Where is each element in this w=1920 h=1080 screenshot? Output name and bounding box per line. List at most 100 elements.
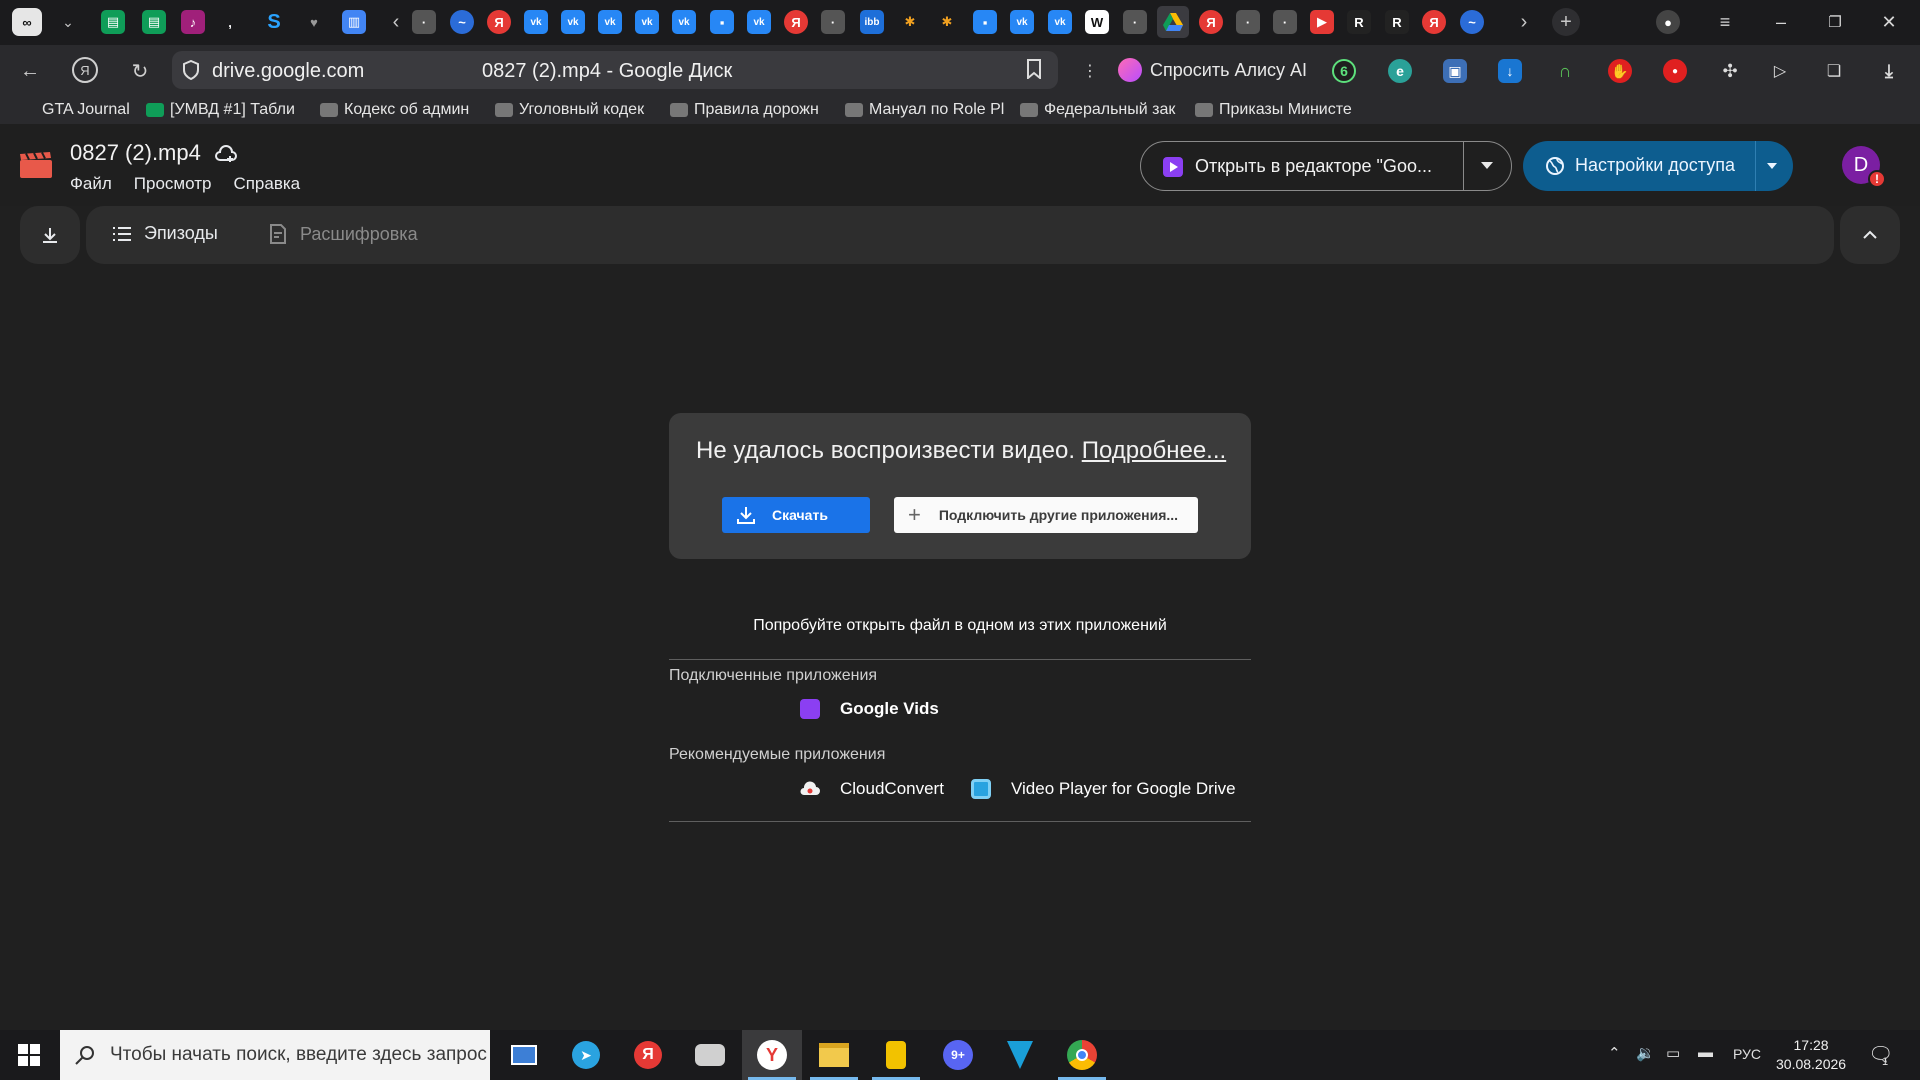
tab-icon[interactable]: , <box>218 10 242 34</box>
discord-icon[interactable]: 9+ <box>928 1030 988 1080</box>
task-view-icon[interactable] <box>494 1030 554 1080</box>
windows-start-icon[interactable] <box>18 1044 40 1066</box>
close-icon[interactable]: ✕ <box>1874 8 1904 36</box>
bookmark-item[interactable]: GTA Journal <box>42 100 137 120</box>
r-tab-icon[interactable]: R <box>1385 10 1409 34</box>
bookmark-item[interactable]: Кодекс об админ <box>320 100 480 120</box>
learn-more-link[interactable]: Подробнее... <box>1082 437 1226 464</box>
app-cloudconvert[interactable]: CloudConvert <box>800 779 944 799</box>
headphones-extension-icon[interactable]: ∩ <box>1553 59 1577 83</box>
site-tab-icon[interactable]: · <box>821 10 845 34</box>
collections-icon[interactable]: ❏ <box>1822 59 1846 83</box>
vk-tab-icon[interactable]: vk <box>1010 10 1034 34</box>
site-tab-icon[interactable]: · <box>412 10 436 34</box>
sheets-tab-icon[interactable]: ▤ <box>142 10 166 34</box>
bookmark-item[interactable]: Мануал по Role Pl <box>845 100 1005 120</box>
ibb-tab-icon[interactable]: ibb <box>860 10 884 34</box>
r-tab-icon[interactable]: R <box>1347 10 1371 34</box>
google-drive-tab-icon[interactable] <box>1157 6 1189 38</box>
bookmark-item[interactable]: [УМВД #1] Табли <box>146 100 306 120</box>
site-tab-icon[interactable]: ~ <box>1460 10 1484 34</box>
bookmark-item[interactable]: Федеральный зак <box>1020 100 1180 120</box>
yandex-tab-icon[interactable]: Я <box>784 10 808 34</box>
download-file-button[interactable]: Скачать <box>722 497 870 533</box>
youtube-tab-icon[interactable]: ▶ <box>1310 10 1334 34</box>
app-video-player[interactable]: Video Player for Google Drive <box>971 779 1236 799</box>
yandex-home-icon[interactable]: Я <box>72 57 98 83</box>
vk-tab-icon[interactable]: vk <box>1048 10 1072 34</box>
adblock-extension-icon[interactable]: ✋ <box>1608 59 1632 83</box>
vk-tab-icon[interactable]: vk <box>635 10 659 34</box>
image-extension-icon[interactable]: ▣ <box>1443 59 1467 83</box>
docs-tab-icon[interactable]: ▥ <box>342 10 366 34</box>
tab-groups-icon[interactable]: ∞ <box>12 8 42 36</box>
chevron-down-icon[interactable] <box>1481 162 1493 169</box>
bookmark-item[interactable]: Правила дорожн <box>670 100 830 120</box>
menu-help[interactable]: Справка <box>233 174 300 194</box>
site-tab-icon[interactable]: ~ <box>450 10 474 34</box>
volume-icon[interactable]: 🔉 <box>1636 1044 1655 1062</box>
lock-extension-icon[interactable]: 6 <box>1332 59 1356 83</box>
download-button[interactable] <box>20 206 80 264</box>
new-tab-icon[interactable]: + <box>1552 8 1580 36</box>
music-tab-icon[interactable]: ♪ <box>181 10 205 34</box>
bookmark-icon[interactable] <box>1026 59 1042 79</box>
sheets-tab-icon[interactable]: ▤ <box>101 10 125 34</box>
app-google-vids[interactable]: Google Vids <box>800 699 939 719</box>
vk-tab-icon[interactable]: vk <box>561 10 585 34</box>
app-icon[interactable] <box>866 1030 926 1080</box>
clock[interactable]: 17:28 30.08.2026 <box>1776 1036 1846 1074</box>
tabs-scroll-right-icon[interactable]: › <box>1510 8 1538 36</box>
reload-icon[interactable]: ↻ <box>126 57 154 85</box>
tabs-dropdown-icon[interactable]: ⌄ <box>54 8 82 36</box>
menu-view[interactable]: Просмотр <box>134 174 212 194</box>
tab-transcript[interactable]: Расшифровка <box>268 223 418 245</box>
yandex-app-icon[interactable]: Я <box>618 1030 678 1080</box>
chat-tab-icon[interactable]: ▪ <box>710 10 734 34</box>
tab-episodes[interactable]: Эпизоды <box>112 223 218 244</box>
back-icon[interactable]: ← <box>16 57 44 85</box>
game-launcher-icon[interactable] <box>680 1030 740 1080</box>
vk-tab-icon[interactable]: vk <box>747 10 771 34</box>
s-tab-icon[interactable]: S <box>262 10 286 34</box>
chat-tab-icon[interactable]: ▪ <box>973 10 997 34</box>
record-extension-icon[interactable]: ● <box>1663 59 1687 83</box>
downloads-icon[interactable]: ⤓ <box>1877 59 1901 83</box>
yandex-tab-icon[interactable]: Я <box>487 10 511 34</box>
bookmark-item[interactable]: Уголовный кодек <box>495 100 655 120</box>
battery-icon[interactable]: ▬ <box>1698 1044 1713 1061</box>
browser-menu-icon[interactable]: ≡ <box>1710 8 1740 36</box>
yandex-browser-icon[interactable]: Y <box>742 1030 802 1080</box>
ask-alice-button[interactable]: Спросить Алису AI <box>1118 55 1307 85</box>
tabs-scroll-left-icon[interactable]: ‹ <box>382 8 410 36</box>
menu-file[interactable]: Файл <box>70 174 112 194</box>
address-bar[interactable]: drive.google.com 0827 (2).mp4 - Google Д… <box>172 51 1058 89</box>
restore-icon[interactable]: ❐ <box>1820 8 1850 36</box>
download-extension-icon[interactable]: ↓ <box>1498 59 1522 83</box>
minimize-icon[interactable]: – <box>1766 8 1796 36</box>
extension-icon[interactable]: e <box>1388 59 1412 83</box>
vpn-icon[interactable] <box>990 1030 1050 1080</box>
language-indicator[interactable]: РУС <box>1733 1046 1761 1062</box>
site-tab-icon[interactable]: · <box>1273 10 1297 34</box>
vk-tab-icon[interactable]: vk <box>524 10 548 34</box>
bookmark-item[interactable]: Приказы Министе <box>1195 100 1357 120</box>
site-tab-icon[interactable]: ✱ <box>898 10 922 34</box>
telegram-icon[interactable]: ➤ <box>556 1030 616 1080</box>
yandex-tab-icon[interactable]: Я <box>1422 10 1446 34</box>
heart-tab-icon[interactable]: ♥ <box>302 10 326 34</box>
site-tab-icon[interactable]: ✱ <box>935 10 959 34</box>
connect-apps-button[interactable]: + Подключить другие приложения... <box>894 497 1198 533</box>
extensions-puzzle-icon[interactable]: ✣ <box>1718 59 1742 83</box>
network-icon[interactable]: ▭ <box>1666 1044 1680 1062</box>
media-icon[interactable]: ▷ <box>1768 59 1792 83</box>
tray-chevron-up-icon[interactable]: ⌃ <box>1608 1044 1621 1062</box>
open-in-editor-button[interactable]: Открыть в редакторе "Goo... <box>1140 141 1512 191</box>
add-shortcut-cloud-icon[interactable] <box>214 144 238 164</box>
collapse-button[interactable] <box>1840 206 1900 264</box>
vk-tab-icon[interactable]: vk <box>672 10 696 34</box>
yandex-tab-icon[interactable]: Я <box>1199 10 1223 34</box>
vk-tab-icon[interactable]: vk <box>598 10 622 34</box>
chevron-down-icon[interactable] <box>1767 163 1777 169</box>
avatar[interactable]: D ! <box>1842 146 1886 188</box>
